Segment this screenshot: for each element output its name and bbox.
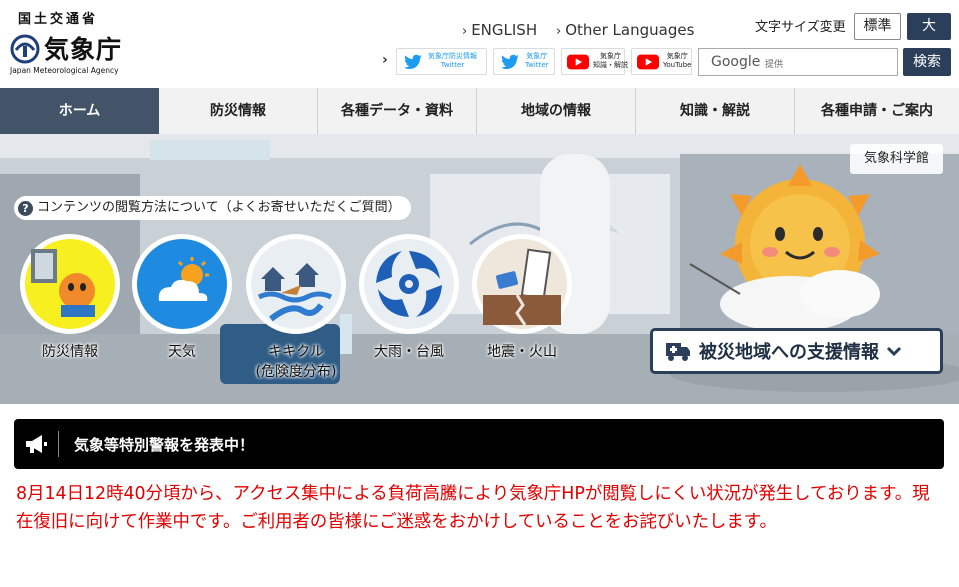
chevron-right-icon: ›	[382, 52, 388, 68]
sns-label-line1: 気象庁	[666, 52, 688, 60]
other-languages-link-label: Other Languages	[565, 21, 695, 39]
category-circle	[20, 234, 120, 334]
access-notice-text: 8月14日12時40分頃から、アクセス集中による負荷高騰により気象庁HPが閲覧し…	[16, 484, 930, 532]
special-warning-alert-bar[interactable]: 気象等特別警報を発表中！	[14, 419, 944, 469]
jma-logo[interactable]: 国土交通省 気象庁 Japan Meteorological Agency	[10, 8, 135, 78]
museum-label: 気象科学館	[850, 144, 943, 174]
twitter-bird-icon	[501, 54, 519, 70]
nav-item-regional[interactable]: 地域の情報	[477, 88, 636, 134]
nav-item-knowledge[interactable]: 知識・解説	[636, 88, 795, 134]
chevron-right-icon: ›	[462, 24, 468, 39]
earthquake-icon	[477, 239, 567, 329]
other-languages-link[interactable]: › Other Languages	[556, 21, 694, 39]
nav-item-applications[interactable]: 各種申請・ご案内	[795, 88, 959, 134]
sns-label-line1: 気象庁	[600, 52, 621, 60]
support-info-label: 被災地域への支援情報	[699, 342, 879, 363]
search-input[interactable]: Google 提供	[698, 48, 898, 76]
sns-label-line2: Twitter	[440, 61, 465, 69]
nav-item-disaster-info[interactable]: 防災情報	[159, 88, 318, 134]
category-label-line2: (危険度分布)	[255, 364, 337, 380]
logo-agency-name-en: Japan Meteorological Agency	[10, 66, 119, 75]
category-label: 地震・火山	[487, 344, 557, 360]
question-icon: ?	[18, 200, 33, 216]
category-label-line1: キキクル	[268, 344, 324, 360]
sns-link-youtube[interactable]: 気象庁 YouTube	[631, 48, 692, 75]
sns-label-line1: 気象庁防災情報	[428, 52, 477, 60]
sns-label-line1: 気象庁	[526, 52, 548, 60]
font-size-large-button[interactable]: 大	[907, 13, 951, 40]
chevron-down-icon	[887, 346, 901, 356]
nav-item-data[interactable]: 各種データ・資料	[318, 88, 477, 134]
category-circle	[472, 234, 572, 334]
chevron-right-icon: ›	[556, 24, 562, 39]
google-label: Google	[711, 54, 761, 70]
search-button[interactable]: 検索	[903, 48, 951, 76]
font-size-standard-button[interactable]: 標準	[854, 13, 901, 40]
category-circle	[246, 234, 346, 334]
faq-link-label: コンテンツの閲覧方法について（よくお寄せいただくご質問）	[37, 200, 401, 215]
twitter-bird-icon	[404, 54, 422, 70]
english-link[interactable]: › ENGLISH	[462, 21, 537, 39]
typhoon-icon	[364, 239, 454, 329]
support-info-button[interactable]: 被災地域への支援情報	[650, 328, 943, 374]
sun-cloud-icon	[137, 239, 227, 329]
category-circle	[132, 234, 232, 334]
sns-label-line2: Twitter	[525, 61, 549, 69]
kikikuru-flood-icon	[251, 239, 341, 329]
alert-divider	[58, 431, 59, 457]
site-header: 国土交通省 気象庁 Japan Meteorological Agency › E…	[0, 0, 959, 88]
page: 国土交通省 気象庁 Japan Meteorological Agency › E…	[0, 0, 959, 587]
english-link-label: ENGLISH	[471, 21, 538, 39]
alert-title: 気象等特別警報を発表中！	[74, 436, 255, 454]
sns-link-twitter[interactable]: 気象庁 Twitter	[493, 48, 555, 75]
nav-item-home[interactable]: ホーム	[0, 88, 159, 134]
global-nav: ホーム 防災情報 各種データ・資料 地域の情報 知識・解説 各種申請・ご案内	[0, 88, 959, 134]
logo-ministry-text: 国土交通省	[18, 12, 99, 27]
sns-label-line2: YouTube	[663, 61, 692, 69]
logo-agency-name: 気象庁	[44, 35, 123, 64]
jma-emblem-icon	[10, 34, 40, 64]
disaster-prevention-icon	[25, 239, 115, 329]
hero-banner: 気象科学館 ? コンテンツの閲覧方法について（よくお寄せいただくご質問） 防災情…	[0, 134, 959, 404]
font-size-label: 文字サイズ変更	[755, 20, 846, 35]
megaphone-icon	[26, 435, 47, 453]
faq-link[interactable]: ? コンテンツの閲覧方法について（よくお寄せいただくご質問）	[14, 196, 411, 220]
sns-link-youtube-knowledge[interactable]: 気象庁 知識・解説	[561, 48, 628, 75]
youtube-play-icon	[567, 54, 589, 70]
supply-truck-icon	[666, 343, 690, 361]
category-circle	[359, 234, 459, 334]
google-provided-label: 提供	[765, 60, 784, 70]
youtube-play-icon	[637, 54, 659, 70]
sns-label-line2: 知識・解説	[593, 61, 628, 69]
sns-link-twitter-disaster[interactable]: 気象庁防災情報 Twitter	[396, 48, 487, 75]
